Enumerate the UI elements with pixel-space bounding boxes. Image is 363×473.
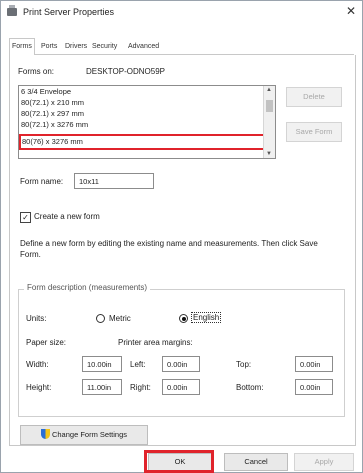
scroll-thumb[interactable] [266, 100, 273, 112]
group-title: Form description (measurements) [24, 283, 151, 292]
forms-on-label: Forms on: [18, 67, 55, 76]
list-item[interactable]: 6 3/4 Envelope [19, 86, 275, 97]
printer-icon [7, 5, 17, 16]
right-margin-field[interactable]: 0.00in [162, 379, 200, 395]
server-name: DESKTOP-ODNO59P [86, 67, 165, 76]
tab-strip: Forms Ports Drivers Security Advanced [9, 38, 354, 56]
change-form-settings-label: Change Form Settings [51, 430, 128, 439]
cancel-button[interactable]: Cancel [224, 453, 288, 471]
delete-button[interactable]: Delete [286, 87, 342, 107]
left-margin-field[interactable]: 0.00in [162, 356, 200, 372]
right-margin-label: Right: [130, 383, 151, 392]
bottom-margin-field[interactable]: 0.00in [295, 379, 333, 395]
tab-security[interactable]: Security [92, 40, 117, 54]
create-new-form-label[interactable]: Create a new form [34, 212, 100, 221]
title-bar: Print Server Properties ✕ [1, 1, 362, 25]
window-title: Print Server Properties [23, 7, 115, 17]
english-label[interactable]: English [190, 312, 222, 323]
save-form-button[interactable]: Save Form [286, 122, 342, 142]
form-description-group [18, 289, 345, 417]
height-field[interactable]: 11.00in [82, 379, 122, 395]
close-button[interactable]: ✕ [346, 4, 356, 18]
width-label: Width: [26, 360, 49, 369]
help-text: Define a new form by editing the existin… [20, 239, 318, 259]
tab-ports[interactable]: Ports [41, 40, 57, 54]
paper-size-label: Paper size: [26, 338, 67, 347]
tab-forms[interactable]: Forms [9, 38, 35, 56]
metric-radio[interactable] [96, 314, 105, 323]
english-radio[interactable] [179, 314, 188, 323]
list-item[interactable]: 80(72.1) x 3276 mm [19, 119, 275, 130]
forms-list[interactable]: 6 3/4 Envelope 80(72.1) x 210 mm 80(72.1… [18, 85, 276, 159]
list-item[interactable]: 80(72.1) x 297 mm [19, 108, 275, 119]
top-margin-label: Top: [236, 360, 252, 369]
left-margin-label: Left: [130, 360, 146, 369]
metric-label[interactable]: Metric [109, 314, 131, 323]
scroll-up-icon[interactable]: ▲ [266, 87, 272, 93]
create-new-form-checkbox[interactable]: ✓ [20, 212, 31, 223]
list-item-selected[interactable]: 80(76) x 3276 mm [19, 134, 275, 150]
ok-highlight-box [144, 450, 214, 473]
tab-advanced[interactable]: Advanced [128, 40, 159, 54]
apply-button[interactable]: Apply [294, 453, 354, 471]
shield-icon [40, 429, 50, 439]
height-label: Height: [26, 383, 52, 392]
bottom-margin-label: Bottom: [236, 383, 264, 392]
width-field[interactable]: 10.00in [82, 356, 122, 372]
scroll-down-icon[interactable]: ▼ [266, 151, 272, 157]
form-name-label: Form name: [20, 177, 64, 186]
top-margin-field[interactable]: 0.00in [295, 356, 333, 372]
list-scrollbar[interactable]: ▲ ▼ [263, 86, 275, 158]
tab-drivers[interactable]: Drivers [65, 40, 87, 54]
printer-margins-label: Printer area margins: [118, 338, 193, 347]
list-item[interactable]: 80(72.1) x 210 mm [19, 97, 275, 108]
change-form-settings-button[interactable]: Change Form Settings [20, 425, 148, 445]
units-label: Units: [26, 314, 47, 323]
form-name-field[interactable]: 10x11 [74, 173, 154, 189]
